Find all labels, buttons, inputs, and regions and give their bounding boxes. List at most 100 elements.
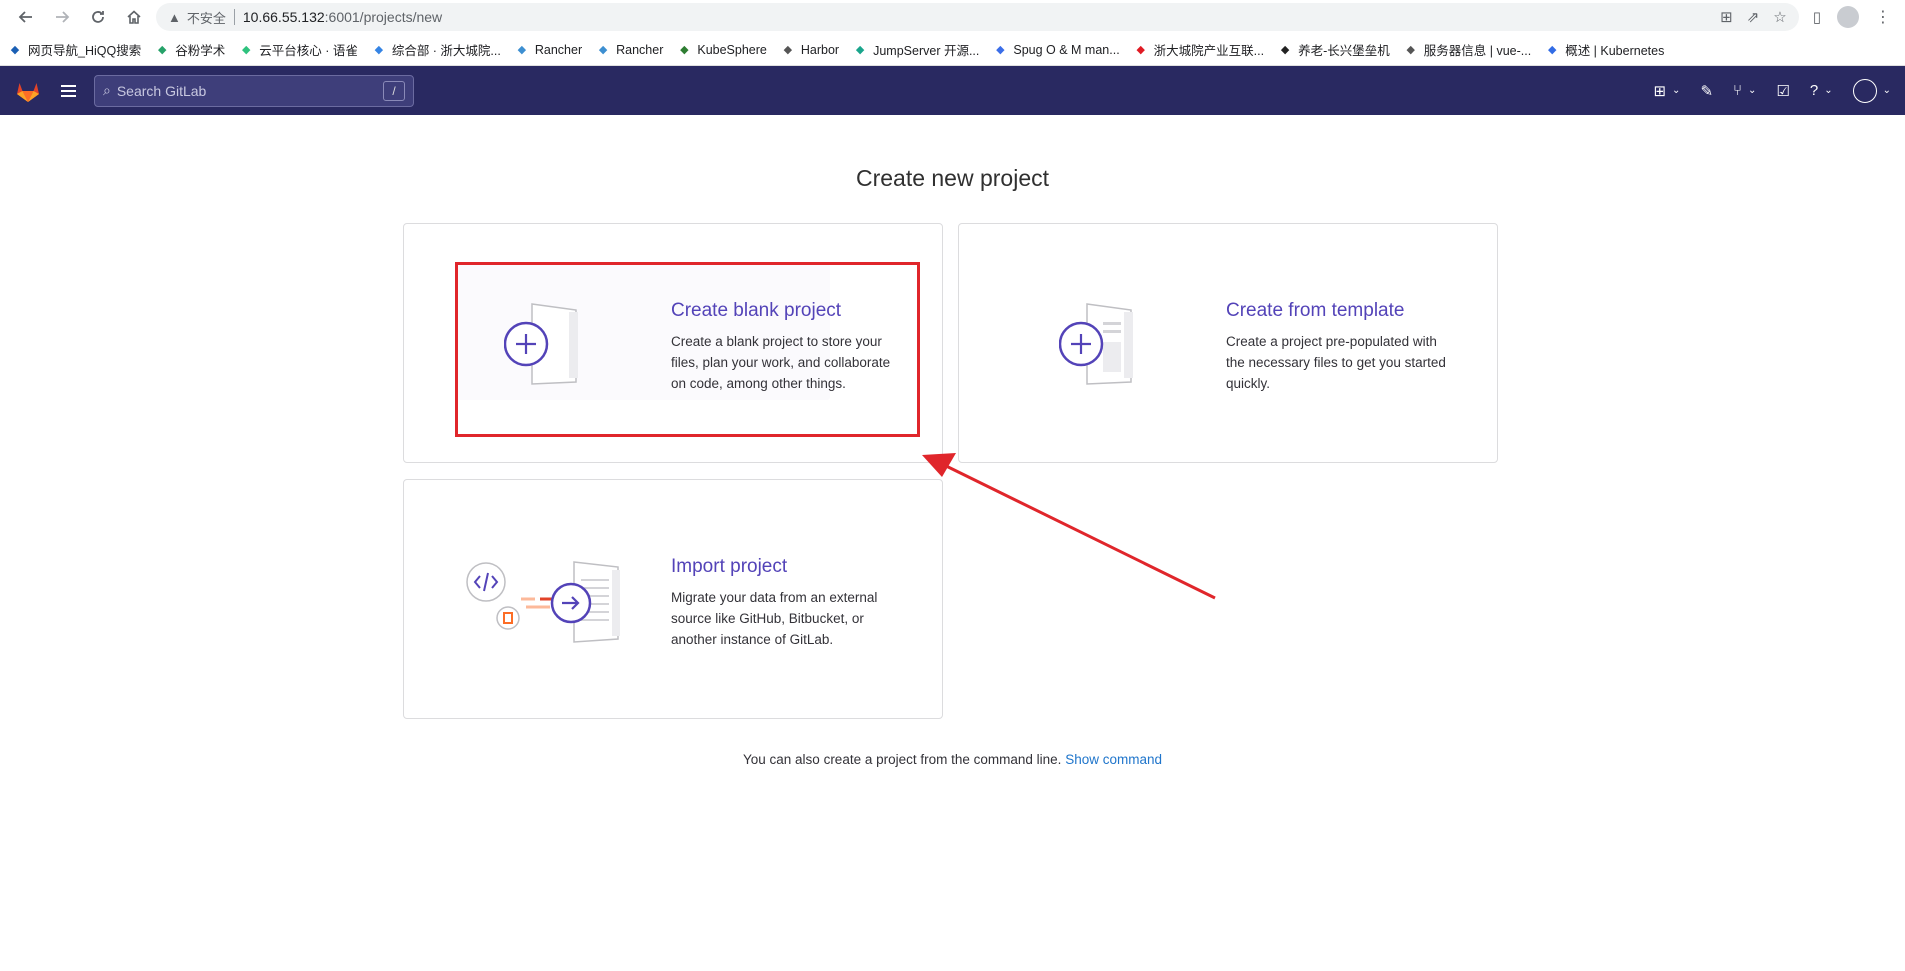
- bookmark-item[interactable]: ◆ Rancher: [515, 43, 582, 57]
- bookmark-item[interactable]: ◆ JumpServer 开源...: [853, 40, 980, 59]
- bookmark-item[interactable]: ◆ Rancher: [596, 43, 663, 57]
- show-command-link[interactable]: Show command: [1065, 752, 1162, 767]
- merge-requests-dropdown[interactable]: ⑂ ⌄: [1733, 82, 1756, 99]
- bookmark-label: 养老-长兴堡垒机: [1298, 44, 1390, 58]
- chevron-down-icon: ⌄: [1882, 85, 1891, 96]
- bookmark-favicon-icon: ◆: [996, 44, 1005, 56]
- bookmark-item[interactable]: ◆ 综合部 · 浙大城院...: [372, 40, 501, 59]
- security-label: 不安全: [186, 10, 226, 26]
- bookmark-favicon-icon: ◆: [855, 44, 865, 56]
- bookmark-item[interactable]: ◆ 谷粉学术: [155, 40, 225, 59]
- bookmark-item[interactable]: ◆ 浙大城院产业互联...: [1134, 40, 1264, 59]
- menu-hamburger-icon[interactable]: [56, 79, 80, 103]
- user-avatar: [1852, 78, 1877, 103]
- command-line-hint: You can also create a project from the c…: [0, 752, 1905, 767]
- chevron-down-icon: ⌄: [1824, 85, 1833, 96]
- create-from-template-title[interactable]: Create from template: [1226, 300, 1404, 322]
- back-arrow-icon: [18, 11, 32, 23]
- share-icon[interactable]: ⇗: [1747, 8, 1760, 26]
- create-from-template-desc-line3: quickly.: [1226, 376, 1271, 391]
- translate-icon[interactable]: ⊞: [1720, 8, 1733, 26]
- bookmark-favicon-icon: ◆: [157, 44, 167, 56]
- home-button[interactable]: [116, 2, 152, 32]
- page-title: Create new project: [855, 165, 1050, 191]
- user-menu-dropdown[interactable]: ⌄: [1852, 78, 1891, 103]
- bookmark-label: Rancher: [616, 42, 664, 57]
- command-line-hint-text: You can also create a project from the c…: [743, 752, 1062, 767]
- bookmark-item[interactable]: ◆ Harbor: [781, 43, 839, 57]
- bookmarks-bar: ◆ 网页导航_HiQQ搜索 ◆ 谷粉学术 ◆ 云平台核心 · 语雀 ◆ 综合部 · 浙大城院.…: [0, 34, 1905, 66]
- bookmark-label: 服务器信息 | vue-...: [1423, 44, 1532, 58]
- bookmark-item[interactable]: ◆ 服务器信息 | vue-...: [1404, 40, 1532, 59]
- bookmark-favicon-icon: ◆: [10, 44, 20, 56]
- bookmark-item[interactable]: ◆ KubeSphere: [677, 43, 767, 57]
- forward-button[interactable]: [44, 2, 80, 32]
- bookmark-label: 云平台核心 · 语雀: [259, 44, 358, 58]
- search-shortcut-badge: /: [383, 80, 405, 101]
- bookmark-favicon-icon: ◆: [241, 44, 251, 56]
- search-placeholder: Search GitLab: [116, 82, 207, 99]
- main-content: Create new project Create blank project …: [0, 115, 1905, 971]
- help-dropdown[interactable]: ? ⌄: [1810, 82, 1833, 99]
- url-host: 10.66.55.132: [242, 9, 325, 25]
- bookmark-label: 概述 | Kubernetes: [1565, 44, 1665, 58]
- bookmark-favicon-icon: ◆: [783, 44, 793, 56]
- bookmark-label: 谷粉学术: [175, 44, 226, 58]
- bookmark-label: JumpServer 开源...: [873, 44, 980, 58]
- home-icon: [127, 10, 141, 24]
- bookmark-label: KubeSphere: [697, 42, 767, 57]
- menu-dots-icon[interactable]: ⋮: [1875, 7, 1891, 27]
- bookmark-favicon-icon: ◆: [517, 44, 527, 56]
- bookmark-item[interactable]: ◆ 网页导航_HiQQ搜索: [8, 40, 141, 59]
- search-input[interactable]: ⌕ Search GitLab /: [94, 74, 414, 107]
- template-illustration-icon: [1059, 303, 1133, 385]
- bookmark-label: Spug O & M man...: [1013, 42, 1120, 57]
- security-warning[interactable]: ▲ 不安全: [168, 8, 226, 27]
- import-project-panel[interactable]: Import project Migrate your data from an…: [403, 479, 943, 719]
- bookmark-label: 综合部 · 浙大城院...: [391, 44, 501, 58]
- import-project-title[interactable]: Import project: [671, 556, 787, 578]
- back-button[interactable]: [8, 2, 44, 32]
- search-icon: ⌕: [103, 82, 111, 98]
- create-from-template-desc-line1: Create a project pre-populated with: [1226, 334, 1437, 349]
- gitlab-header: ⌕ Search GitLab / ⊞ ⌄ ✎ ⑂ ⌄ ☑ ? ⌄ ⌄: [0, 66, 1905, 115]
- bookmark-label: 浙大城院产业互联...: [1153, 44, 1265, 58]
- bookmark-label: 网页导航_HiQQ搜索: [28, 44, 142, 58]
- chevron-down-icon: ⌄: [1672, 85, 1681, 96]
- bookmark-item[interactable]: ◆ 概述 | Kubernetes: [1545, 40, 1664, 59]
- annotation-highlight-box: [455, 262, 920, 437]
- bookmark-item[interactable]: ◆ 养老-长兴堡垒机: [1278, 40, 1390, 59]
- issues-icon[interactable]: ✎: [1700, 82, 1713, 100]
- annotation-arrow-icon: [922, 453, 1216, 600]
- bookmark-label: Harbor: [800, 42, 840, 57]
- reload-button[interactable]: [80, 2, 116, 32]
- todos-icon[interactable]: ☑: [1776, 82, 1789, 100]
- import-project-illustration-icon: [466, 561, 620, 643]
- bookmark-favicon-icon: ◆: [1280, 44, 1290, 56]
- browser-toolbar: ▲ 不安全 10.66.55.132 :6001/projects/new ⊞ …: [0, 0, 1905, 34]
- bookmark-favicon-icon: ◆: [1136, 44, 1145, 56]
- merge-request-icon: ⑂: [1733, 82, 1743, 99]
- chevron-down-icon: ⌄: [1748, 85, 1757, 96]
- reload-icon: [92, 11, 104, 23]
- bookmark-label: Rancher: [534, 42, 583, 57]
- bookmark-item[interactable]: ◆ Spug O & M man...: [993, 42, 1120, 57]
- warning-triangle-icon: ▲: [168, 9, 181, 25]
- profile-avatar[interactable]: [1837, 6, 1859, 28]
- help-icon: ?: [1809, 82, 1819, 99]
- bookmark-favicon-icon: ◆: [1406, 44, 1415, 56]
- bookmark-star-icon[interactable]: ☆: [1773, 8, 1786, 26]
- side-panel-icon[interactable]: ▯: [1813, 8, 1821, 26]
- url-path: :6001/projects/new: [324, 9, 443, 25]
- create-from-template-panel[interactable]: Create from template Create a project pr…: [958, 223, 1498, 463]
- gitlab-logo-icon[interactable]: [14, 77, 42, 105]
- bookmark-favicon-icon: ◆: [1547, 44, 1557, 56]
- import-project-desc-line3: another instance of GitLab.: [671, 632, 834, 647]
- create-new-dropdown[interactable]: ⊞ ⌄: [1653, 82, 1680, 100]
- bookmark-item[interactable]: ◆ 云平台核心 · 语雀: [239, 40, 358, 59]
- forward-arrow-icon: [56, 11, 70, 23]
- address-bar[interactable]: ▲ 不安全 10.66.55.132 :6001/projects/new ⊞ …: [156, 3, 1799, 31]
- bookmark-favicon-icon: ◆: [598, 44, 608, 56]
- create-from-template-desc-line2: the necessary files to get you started: [1226, 355, 1446, 370]
- plus-square-icon: ⊞: [1653, 82, 1667, 100]
